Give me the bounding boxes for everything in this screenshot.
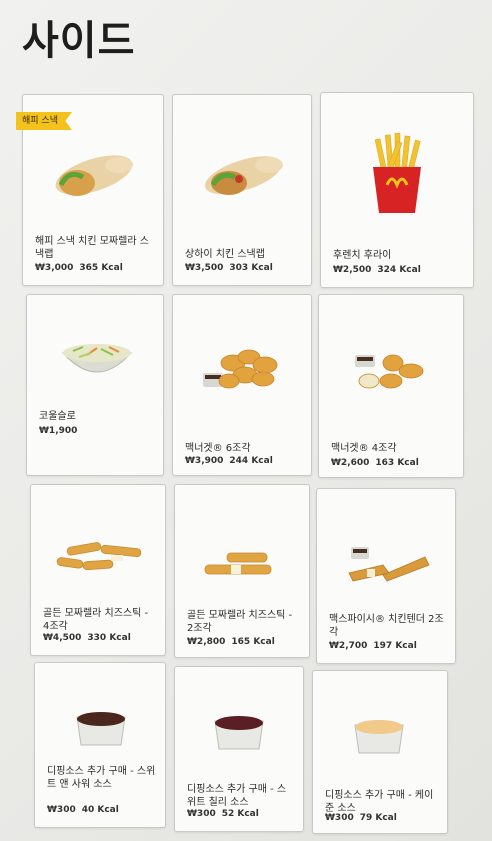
menu-item-card[interactable]: 디핑소스 추가 구매 - 스위트 앤 사워 소스 ₩300 40 Kcal	[34, 662, 166, 828]
menu-item-card[interactable]: 후렌치 후라이 ₩2,500 324 Kcal	[320, 92, 474, 288]
item-price: ₩1,900	[39, 426, 78, 436]
menu-item-card[interactable]: 골든 모짜렐라 치즈스틱 - 4조각 ₩4,500 330 Kcal	[30, 484, 166, 656]
nuggets-icon	[355, 354, 424, 389]
item-kcal: 79 Kcal	[359, 813, 397, 823]
item-kcal: 197 Kcal	[373, 641, 417, 651]
item-price-kcal: ₩300 79 Kcal	[325, 813, 397, 823]
item-price-kcal: ₩3,900 244 Kcal	[185, 456, 273, 466]
item-name: 맥스파이시® 치킨텐더 2조각	[329, 614, 444, 638]
item-name: 디핑소스 추가 구매 - 케이준 소스	[325, 790, 434, 814]
menu-item-card[interactable]: 맥스파이시® 치킨텐더 2조각 ₩2,700 197 Kcal	[316, 488, 456, 664]
sauce-cup-icon	[214, 716, 264, 750]
sauce-cup-icon	[76, 712, 126, 746]
item-price-kcal: ₩1,900	[39, 426, 83, 436]
happy-snack-badge: 해피 스낵	[16, 112, 72, 130]
cheese-stick-icon	[56, 542, 142, 571]
item-price-kcal: ₩2,700 197 Kcal	[329, 641, 417, 651]
item-price-kcal: ₩3,500 303 Kcal	[185, 263, 273, 273]
item-name: 상하이 치킨 스낵랩	[185, 249, 265, 260]
item-price-kcal: ₩2,800 165 Kcal	[187, 637, 275, 647]
item-kcal: 52 Kcal	[221, 809, 259, 819]
item-price: ₩3,900	[185, 456, 224, 466]
item-name: 디핑소스 추가 구매 - 스위트 칠리 소스	[187, 784, 287, 808]
nuggets-icon	[203, 349, 278, 389]
menu-item-card[interactable]: 디핑소스 추가 구매 - 스위트 칠리 소스 ₩300 52 Kcal	[174, 666, 304, 832]
item-price: ₩2,600	[331, 458, 370, 468]
menu-item-card[interactable]: 상하이 치킨 스낵랩 ₩3,500 303 Kcal	[172, 94, 312, 286]
wrap-icon	[55, 155, 133, 196]
item-name: 맥너겟® 4조각	[331, 443, 397, 454]
menu-item-card[interactable]: 맥너겟® 6조각 ₩3,900 244 Kcal	[172, 294, 312, 476]
item-price-kcal: ₩4,500 330 Kcal	[43, 633, 131, 643]
chicken-tender-icon	[348, 547, 430, 582]
item-name: 코울슬로	[39, 411, 76, 422]
item-kcal: 324 Kcal	[377, 265, 421, 275]
item-price-kcal: ₩2,600 163 Kcal	[331, 458, 419, 468]
item-kcal: 40 Kcal	[81, 805, 119, 815]
item-price: ₩4,500	[43, 633, 82, 643]
item-name: 골든 모짜렐라 치즈스틱 - 2조각	[187, 610, 293, 634]
item-name: 골든 모짜렐라 치즈스틱 - 4조각	[43, 608, 149, 632]
item-price-kcal: ₩2,500 324 Kcal	[333, 265, 421, 275]
item-price: ₩300	[187, 809, 216, 819]
item-price: ₩2,500	[333, 265, 372, 275]
wrap-icon	[205, 156, 283, 195]
menu-item-card[interactable]: 골든 모짜렐라 치즈스틱 - 2조각 ₩2,800 165 Kcal	[174, 484, 310, 658]
coleslaw-icon	[61, 344, 133, 373]
item-price: ₩3,500	[185, 263, 224, 273]
item-kcal: 244 Kcal	[229, 456, 273, 466]
page-title: 사이드	[22, 18, 136, 64]
item-price: ₩3,000	[35, 263, 74, 273]
cheese-stick-icon	[204, 552, 272, 575]
item-name: 해피 스낵 치킨 모짜렐라 스낵랩	[35, 236, 149, 260]
item-price-kcal: ₩300 40 Kcal	[47, 805, 119, 815]
item-kcal: 330 Kcal	[87, 633, 131, 643]
item-price: ₩300	[47, 805, 76, 815]
item-name: 맥너겟® 6조각	[185, 443, 251, 454]
menu-item-card[interactable]: 맥너겟® 4조각 ₩2,600 163 Kcal	[318, 294, 464, 478]
item-price: ₩2,800	[187, 637, 226, 647]
item-name: 후렌치 후라이	[333, 250, 392, 261]
menu-item-card[interactable]: 코울슬로 ₩1,900	[26, 294, 164, 476]
item-kcal: 163 Kcal	[375, 458, 419, 468]
sauce-cup-icon	[354, 720, 404, 754]
item-kcal: 303 Kcal	[229, 263, 273, 273]
item-price-kcal: ₩3,000 365 Kcal	[35, 263, 123, 273]
item-price-kcal: ₩300 52 Kcal	[187, 809, 259, 819]
item-kcal: 365 Kcal	[79, 263, 123, 273]
fries-icon	[373, 133, 421, 213]
item-price: ₩300	[325, 813, 354, 823]
item-name: 디핑소스 추가 구매 - 스위트 앤 사워 소스	[47, 766, 156, 790]
item-kcal: 165 Kcal	[231, 637, 275, 647]
menu-item-card[interactable]: 디핑소스 추가 구매 - 케이준 소스 ₩300 79 Kcal	[312, 670, 448, 834]
item-price: ₩2,700	[329, 641, 368, 651]
